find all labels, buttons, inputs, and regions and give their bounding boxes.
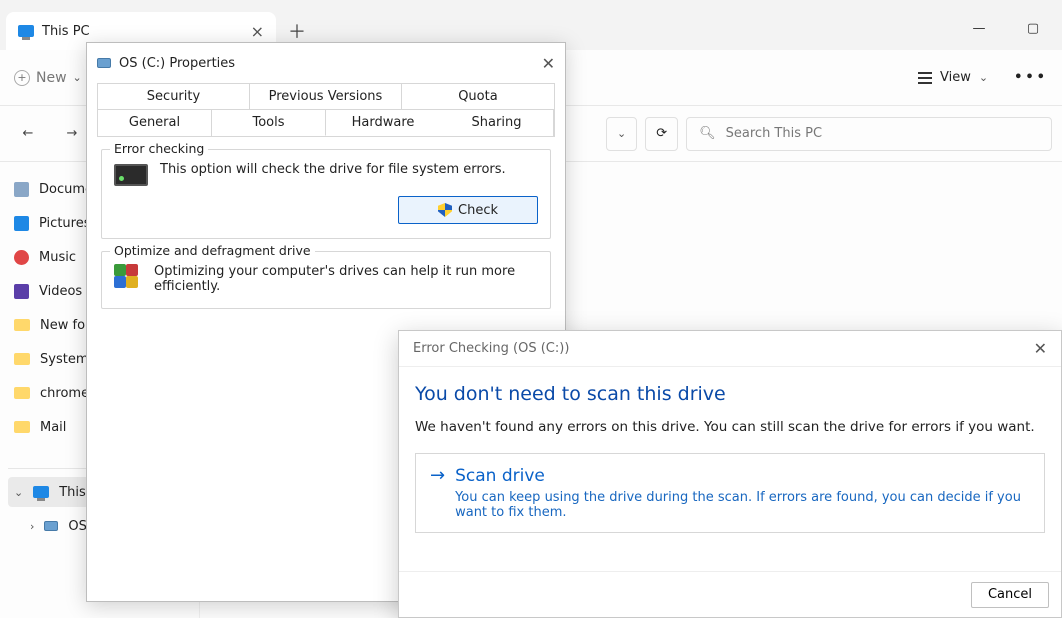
error-checking-title: Error Checking (OS (C:)) [413, 341, 569, 356]
tab-label: Hardware [352, 115, 415, 130]
group-legend: Optimize and defragment drive [110, 243, 315, 258]
plus-circle-icon: + [14, 70, 30, 86]
chevron-down-icon: ⌄ [617, 127, 626, 140]
tab-label: Sharing [472, 115, 522, 130]
folder-icon [14, 421, 30, 433]
properties-title-bar[interactable]: OS (C:) Properties ✕ [87, 43, 565, 83]
sidebar-item-label: Videos [39, 284, 82, 299]
sidebar-item-label: Mail [40, 420, 66, 435]
list-icon [918, 72, 932, 84]
chevron-down-icon: ⌄ [979, 71, 988, 84]
videos-icon [14, 284, 29, 299]
defrag-desc: Optimizing your computer's drives can he… [154, 264, 538, 294]
close-tab-icon[interactable]: × [251, 22, 264, 41]
chevron-right-icon: › [30, 520, 34, 533]
tab-quota[interactable]: Quota [402, 84, 554, 110]
tab-security[interactable]: Security [98, 84, 250, 110]
tab-hardware[interactable]: Hardware [326, 110, 440, 136]
group-legend: Error checking [110, 141, 208, 156]
cancel-label: Cancel [988, 587, 1032, 602]
shield-icon [438, 203, 452, 217]
error-checking-message: We haven't found any errors on this driv… [415, 419, 1045, 435]
properties-title: OS (C:) Properties [119, 56, 235, 71]
refresh-icon: ⟳ [656, 126, 667, 141]
new-menu-button[interactable]: + New ⌄ [14, 70, 82, 86]
window-maximize-button[interactable]: ▢ [1010, 12, 1056, 44]
error-checking-dialog: Error Checking (OS (C:)) ✕ You don't nee… [398, 330, 1062, 618]
sidebar-item-label: Music [39, 250, 76, 265]
new-label: New [36, 70, 67, 86]
chevron-down-icon: ⌄ [73, 71, 82, 84]
sidebar-item-label: Pictures [39, 216, 90, 231]
drive-icon [97, 58, 111, 68]
tab-label: Previous Versions [269, 89, 383, 104]
error-checking-heading: You don't need to scan this drive [415, 383, 1045, 405]
close-button[interactable]: ✕ [1034, 339, 1047, 358]
more-button[interactable]: ••• [1014, 70, 1048, 85]
monitor-icon [33, 486, 49, 498]
tab-label: Quota [458, 89, 498, 104]
scan-drive-option[interactable]: → Scan drive You can keep using the driv… [415, 453, 1045, 533]
window-minimize-button[interactable]: — [956, 12, 1002, 44]
drive-icon [44, 521, 58, 531]
document-icon [14, 182, 29, 197]
sidebar-item-label: chrome [40, 386, 89, 401]
close-button[interactable]: ✕ [542, 54, 555, 73]
tab-sharing[interactable]: Sharing [440, 110, 554, 136]
error-checking-group: Error checking This option will check th… [101, 149, 551, 239]
refresh-button[interactable]: ⟳ [645, 117, 678, 151]
check-button[interactable]: Check [398, 196, 538, 224]
defrag-icon [114, 264, 142, 292]
tab-general[interactable]: General [98, 110, 212, 136]
tab-title: This PC [42, 24, 90, 39]
search-icon: 🔍︎ [699, 126, 716, 141]
view-label: View [940, 70, 971, 85]
scan-drive-title: Scan drive [455, 466, 1030, 486]
folder-icon [14, 387, 30, 399]
folder-icon [14, 319, 30, 331]
check-button-label: Check [458, 203, 498, 218]
address-dropdown[interactable]: ⌄ [606, 117, 637, 151]
pictures-icon [14, 216, 29, 231]
folder-icon [14, 353, 30, 365]
tab-label: Security [147, 89, 200, 104]
tab-tools[interactable]: Tools [212, 110, 326, 136]
nav-forward-button[interactable]: → [54, 116, 90, 152]
chevron-down-icon: ⌄ [14, 486, 23, 499]
hard-drive-icon [114, 164, 148, 186]
music-icon [14, 250, 29, 265]
monitor-icon [18, 25, 34, 37]
scan-drive-desc: You can keep using the drive during the … [455, 490, 1030, 520]
error-checking-desc: This option will check the drive for fil… [160, 162, 538, 177]
defrag-group: Optimize and defragment drive Optimizing… [101, 251, 551, 309]
arrow-right-icon: → [430, 466, 445, 486]
search-input[interactable]: 🔍︎ Search This PC [686, 117, 1052, 151]
search-placeholder: Search This PC [726, 126, 822, 141]
tab-label: Tools [252, 115, 284, 130]
properties-tabs: Security Previous Versions Quota General… [97, 83, 555, 137]
nav-back-button[interactable]: ← [10, 116, 46, 152]
tab-label: General [129, 115, 180, 130]
cancel-button[interactable]: Cancel [971, 582, 1049, 608]
error-checking-title-bar[interactable]: Error Checking (OS (C:)) ✕ [399, 331, 1061, 367]
tab-previous-versions[interactable]: Previous Versions [250, 84, 402, 110]
view-menu-button[interactable]: View ⌄ [918, 70, 988, 85]
